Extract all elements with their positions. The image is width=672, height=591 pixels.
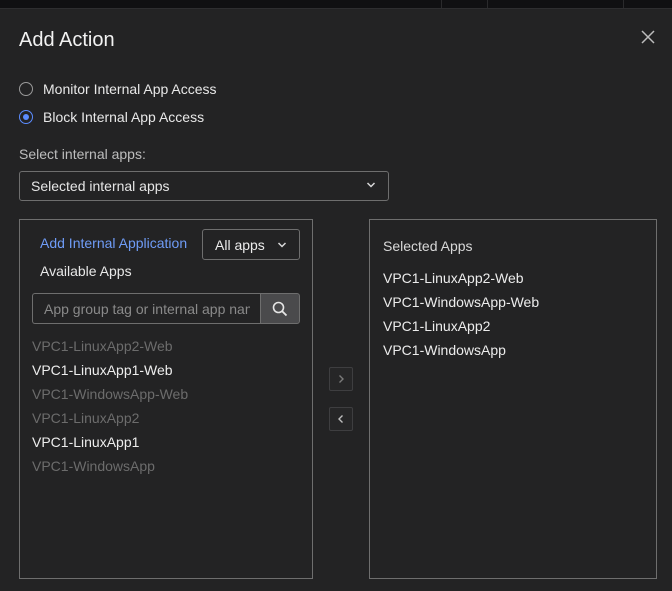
chevron-left-icon: [338, 415, 343, 423]
available-app-item: VPC1-LinuxApp2-Web: [32, 338, 173, 354]
selected-apps-heading: Selected Apps: [383, 238, 473, 254]
search-button[interactable]: [260, 293, 300, 324]
radio-block-internal-app-access[interactable]: Block Internal App Access: [19, 109, 204, 125]
add-action-dialog: Add Action Monitor Internal App Access B…: [0, 8, 672, 591]
internal-apps-dropdown[interactable]: Selected internal apps: [19, 171, 389, 201]
available-app-item[interactable]: VPC1-LinuxApp1: [32, 430, 188, 454]
selected-apps-list: VPC1-LinuxApp2-Web VPC1-WindowsApp-Web V…: [383, 266, 539, 362]
dropdown-value: Selected internal apps: [31, 178, 170, 194]
close-button[interactable]: [637, 26, 659, 48]
app-filter-dropdown[interactable]: All apps: [202, 229, 300, 260]
available-app-item: VPC1-LinuxApp2: [32, 410, 140, 426]
chevron-down-icon: [277, 242, 287, 248]
chevron-down-icon: [366, 182, 376, 188]
selected-apps-panel: Selected Apps VPC1-LinuxApp2-Web VPC1-Wi…: [369, 219, 657, 579]
search-icon: [272, 301, 288, 316]
background-top-bar: [0, 0, 672, 8]
top-bar-divider: [487, 0, 488, 8]
top-bar-divider: [623, 0, 624, 8]
top-bar-divider: [441, 0, 442, 8]
radio-label: Block Internal App Access: [43, 109, 205, 125]
available-app-item[interactable]: VPC1-LinuxApp1-Web: [32, 358, 188, 382]
move-left-button[interactable]: [329, 407, 353, 431]
app-search-input[interactable]: [32, 293, 261, 324]
selected-app-item[interactable]: VPC1-LinuxApp2-Web: [383, 266, 539, 290]
available-apps-heading: Available Apps: [40, 263, 132, 279]
select-internal-apps-label: Select internal apps:: [19, 146, 146, 162]
radio-circle-checked[interactable]: [19, 110, 33, 124]
move-right-button[interactable]: [329, 367, 353, 391]
available-app-item: VPC1-WindowsApp-Web: [32, 386, 189, 402]
chevron-right-icon: [339, 375, 344, 383]
add-internal-application-link[interactable]: Add Internal Application: [40, 235, 187, 251]
close-icon: [641, 30, 655, 44]
available-app-item: VPC1-WindowsApp: [32, 458, 155, 474]
radio-monitor-internal-app-access[interactable]: Monitor Internal App Access: [19, 81, 217, 97]
available-apps-list: VPC1-LinuxApp2-Web VPC1-LinuxApp1-Web VP…: [32, 334, 188, 478]
selected-app-item[interactable]: VPC1-LinuxApp2: [383, 314, 539, 338]
available-apps-panel: Add Internal Application All apps Availa…: [19, 219, 313, 579]
app-filter-value: All apps: [215, 236, 265, 253]
selected-app-item[interactable]: VPC1-WindowsApp-Web: [383, 290, 539, 314]
radio-circle[interactable]: [19, 82, 33, 96]
selected-app-item[interactable]: VPC1-WindowsApp: [383, 338, 539, 362]
radio-label: Monitor Internal App Access: [43, 81, 217, 97]
dialog-title: Add Action: [19, 29, 115, 51]
